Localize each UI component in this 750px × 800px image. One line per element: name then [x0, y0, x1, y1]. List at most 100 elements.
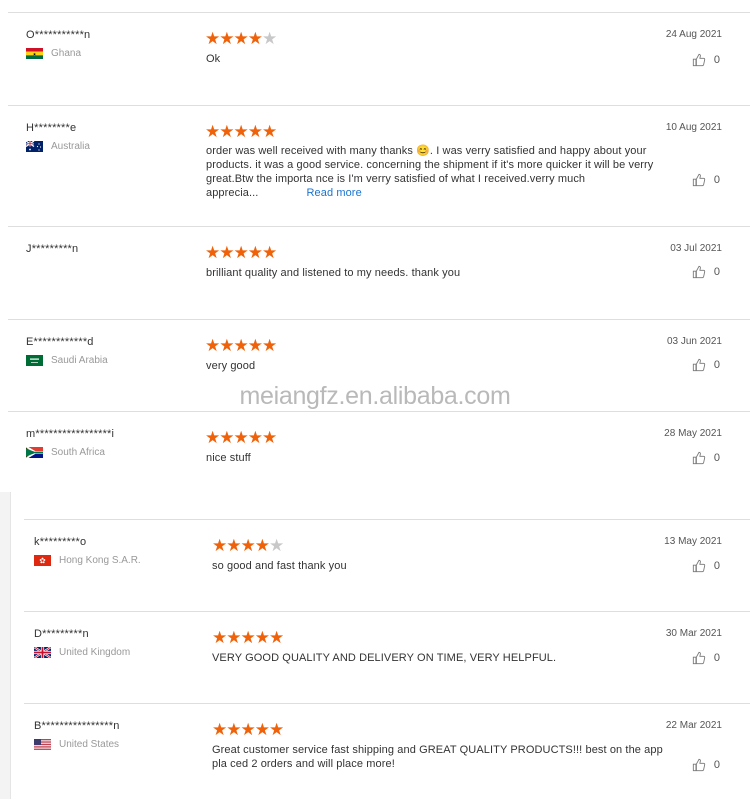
- reviewer-country: Australia: [26, 141, 90, 152]
- review-date: 03 Jul 2021: [670, 243, 722, 254]
- thumbs-up-icon: [692, 53, 706, 67]
- review-text-body: order was well received with many thanks…: [206, 145, 654, 199]
- country-name: United Kingdom: [59, 647, 131, 658]
- country-name: Hong Kong S.A.R.: [59, 555, 141, 566]
- reviewer-name: m*****************i: [26, 428, 115, 440]
- rating-stars: ★★★★★: [205, 336, 277, 355]
- helpful-count: 0: [713, 560, 720, 572]
- review-text: Great customer service fast shipping and…: [212, 744, 663, 770]
- helpful-count: 0: [713, 54, 720, 66]
- reviewer-name: k*********o: [34, 536, 87, 548]
- thumbs-up-icon: [692, 651, 706, 665]
- reviewer-name: E************d: [26, 336, 94, 348]
- helpful-button[interactable]: 0: [692, 173, 720, 187]
- review-text: nice stuff: [206, 452, 251, 464]
- star-empty-icon: ★: [268, 536, 284, 555]
- review-date: 24 Aug 2021: [665, 29, 722, 40]
- country-name: Saudi Arabia: [51, 355, 108, 366]
- country-name: United States: [59, 739, 120, 750]
- star-icon: ★★★★★: [205, 428, 277, 447]
- rating-stars: ★★★★★: [205, 243, 277, 262]
- reviewer-name: H********e: [26, 122, 77, 134]
- helpful-button[interactable]: 0: [692, 651, 720, 665]
- helpful-count: 0: [713, 359, 720, 371]
- helpful-count: 0: [713, 266, 720, 278]
- reviews-panel-bottom: k*********o Hong Kong S.A.R. ★★★★★ so go…: [0, 492, 750, 799]
- review-text: order was well received with many thanks…: [206, 144, 694, 200]
- thumbs-up-icon: [692, 173, 706, 187]
- star-icon: ★★★★★: [212, 628, 284, 647]
- review-date: 22 Mar 2021: [665, 720, 722, 731]
- review-date: 10 Aug 2021: [665, 122, 722, 133]
- review-text: Ok: [206, 53, 221, 65]
- reviewer-name: O***********n: [26, 29, 91, 41]
- scrollbar-track[interactable]: [0, 492, 11, 799]
- star-icon: ★★★★★: [205, 122, 277, 141]
- star-icon: ★★★★: [212, 536, 270, 555]
- country-name: Ghana: [51, 48, 82, 59]
- rating-stars: ★★★★★: [212, 536, 284, 555]
- rating-stars: ★★★★★: [205, 122, 277, 141]
- review-row: H********e Australia ★★★★★ order was wel…: [8, 105, 750, 226]
- reviewer-name: J*********n: [26, 243, 79, 255]
- review-date: 13 May 2021: [664, 536, 722, 547]
- review-text: brilliant quality and listened to my nee…: [206, 267, 461, 279]
- review-row: B****************n United States ★★★★★ G…: [24, 703, 750, 800]
- star-empty-icon: ★: [261, 29, 277, 48]
- review-row: D*********n United Kingdom ★★★★★ VERY GO…: [24, 611, 750, 704]
- review-date: 28 May 2021: [664, 428, 722, 439]
- thumbs-up-icon: [692, 265, 706, 279]
- review-date: 03 Jun 2021: [666, 336, 722, 347]
- helpful-count: 0: [713, 759, 720, 771]
- rating-stars: ★★★★★: [205, 29, 277, 48]
- reviewer-country: South Africa: [26, 447, 105, 458]
- reviewer-name: D*********n: [34, 628, 89, 640]
- helpful-button[interactable]: 0: [692, 265, 720, 279]
- helpful-count: 0: [713, 652, 720, 664]
- thumbs-up-icon: [692, 559, 706, 573]
- review-text: VERY GOOD QUALITY AND DELIVERY ON TIME, …: [212, 652, 557, 664]
- helpful-button[interactable]: 0: [692, 758, 720, 772]
- helpful-count: 0: [713, 174, 720, 186]
- svg-text:★: ★: [33, 51, 37, 56]
- reviews-panel-top: O***********n ★ Ghana ★★★★★ Ok 24 Aug 20…: [0, 0, 750, 487]
- review-row: O***********n ★ Ghana ★★★★★ Ok 24 Aug 20…: [8, 12, 750, 105]
- star-icon: ★★★★★: [205, 336, 277, 355]
- watermark-text: meiangfz.en.alibaba.com: [239, 382, 511, 410]
- review-text: so good and fast thank you: [212, 560, 347, 572]
- reviewer-country: ★ Ghana: [26, 48, 81, 59]
- thumbs-up-icon: [692, 451, 706, 465]
- star-icon: ★★★★★: [205, 243, 277, 262]
- rating-stars: ★★★★★: [205, 428, 277, 447]
- review-row: m*****************i South Africa ★★★★★ n…: [8, 411, 750, 488]
- ghana-flag-icon: ★: [26, 48, 43, 59]
- thumbs-up-icon: [692, 358, 706, 372]
- australia-flag-icon: [26, 141, 43, 152]
- reviewer-country: United Kingdom: [34, 647, 130, 658]
- star-icon: ★★★★: [205, 29, 263, 48]
- helpful-button[interactable]: 0: [692, 53, 720, 67]
- star-icon: ★★★★★: [212, 720, 284, 739]
- usa-flag-icon: [34, 739, 51, 750]
- helpful-button[interactable]: 0: [692, 451, 720, 465]
- reviewer-country: Hong Kong S.A.R.: [34, 555, 141, 566]
- reviewer-name: B****************n: [34, 720, 120, 732]
- country-name: South Africa: [51, 447, 105, 458]
- review-row: J*********n ★★★★★ brilliant quality and …: [8, 226, 750, 319]
- review-date: 30 Mar 2021: [665, 628, 722, 639]
- helpful-button[interactable]: 0: [692, 358, 720, 372]
- country-name: Australia: [51, 141, 90, 152]
- south-africa-flag-icon: [26, 447, 43, 458]
- reviewer-country: Saudi Arabia: [26, 355, 108, 366]
- review-text: very good: [206, 360, 256, 372]
- saudi-arabia-flag-icon: [26, 355, 43, 366]
- reviewer-country: United States: [34, 739, 119, 750]
- uk-flag-icon: [34, 647, 51, 658]
- read-more-link[interactable]: Read more: [306, 187, 361, 199]
- thumbs-up-icon: [692, 758, 706, 772]
- review-row: k*********o Hong Kong S.A.R. ★★★★★ so go…: [24, 519, 750, 612]
- hong-kong-flag-icon: [34, 555, 51, 566]
- helpful-count: 0: [713, 452, 720, 464]
- helpful-button[interactable]: 0: [692, 559, 720, 573]
- rating-stars: ★★★★★: [212, 628, 284, 647]
